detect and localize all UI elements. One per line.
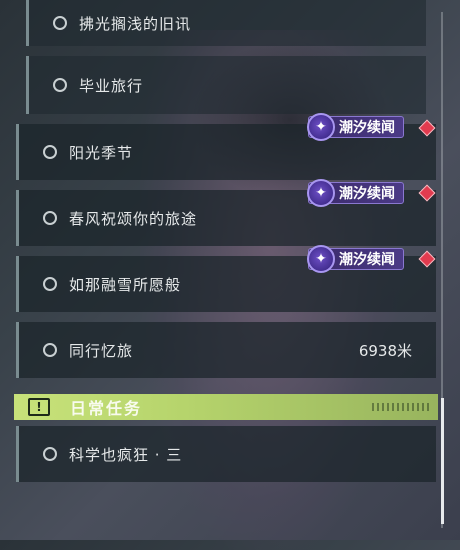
quest-item[interactable]: 科学也疯狂 · 三 — [16, 426, 436, 482]
tide-continuation-badge: ✦ 潮汐续闻 — [307, 113, 404, 141]
quest-status-circle-icon — [53, 16, 67, 30]
section-title: 日常任务 — [70, 399, 143, 418]
quest-status-circle-icon — [43, 211, 57, 225]
quest-status-circle-icon — [43, 145, 57, 159]
tide-sparkle-icon: ✦ — [307, 179, 335, 207]
quest-label: 同行忆旅 — [69, 341, 134, 360]
daily-quest-section-header[interactable]: ! 日常任务 — [14, 394, 438, 420]
tide-continuation-badge: ✦ 潮汐续闻 — [307, 245, 404, 273]
exclamation-icon: ! — [28, 398, 50, 416]
quest-item[interactable]: 毕业旅行 — [26, 56, 426, 114]
tide-continuation-badge: ✦ 潮汐续闻 — [307, 179, 404, 207]
quest-status-circle-icon — [53, 78, 67, 92]
quest-label: 拂光搁浅的旧讯 — [79, 14, 192, 33]
quest-label: 如那融雪所愿般 — [69, 275, 182, 294]
quest-status-circle-icon — [43, 277, 57, 291]
section-decoration — [372, 403, 432, 411]
quest-distance: 6938米 — [358, 341, 412, 360]
quest-status-circle-icon — [43, 447, 57, 461]
quest-status-circle-icon — [43, 343, 57, 357]
badge-label: 潮汐续闻 — [339, 186, 395, 202]
tide-sparkle-icon: ✦ — [307, 245, 335, 273]
tide-sparkle-icon: ✦ — [307, 113, 335, 141]
quest-label: 科学也疯狂 · 三 — [69, 445, 183, 464]
quest-list: 拂光搁浅的旧讯 毕业旅行 阳光季节 ✦ 潮汐续闻 春风祝颂你的旅途 ✦ 潮汐续闻… — [0, 0, 460, 540]
quest-item[interactable]: 同行忆旅 6938米 — [16, 322, 436, 378]
badge-label: 潮汐续闻 — [339, 120, 395, 136]
badge-label: 潮汐续闻 — [339, 252, 395, 268]
quest-label: 阳光季节 — [69, 143, 134, 162]
scrollbar-thumb[interactable] — [441, 398, 444, 524]
quest-label: 毕业旅行 — [79, 76, 144, 95]
quest-label: 春风祝颂你的旅途 — [69, 209, 198, 228]
quest-item[interactable]: 拂光搁浅的旧讯 — [26, 0, 426, 46]
